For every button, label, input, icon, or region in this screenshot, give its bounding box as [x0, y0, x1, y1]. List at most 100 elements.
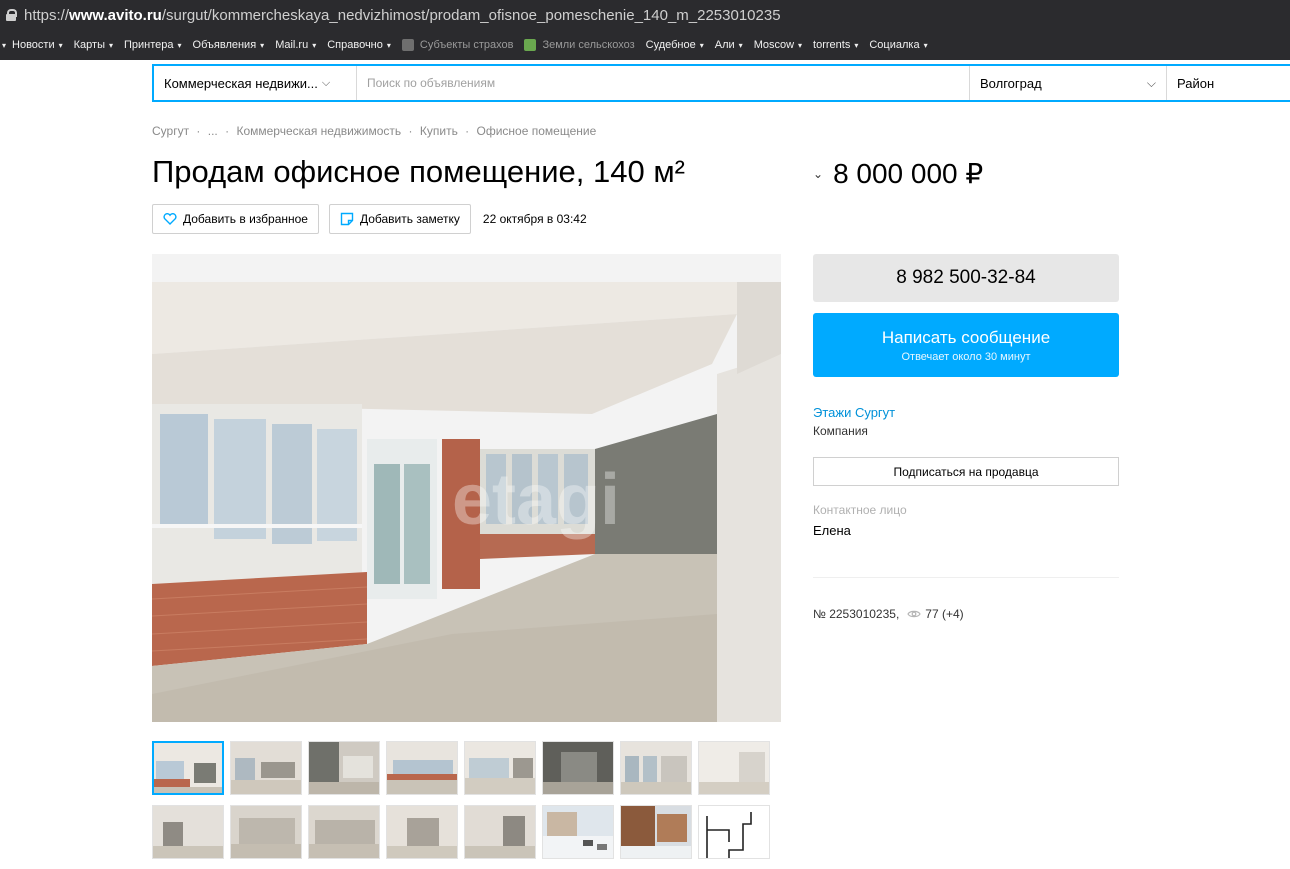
thumbnail-image — [153, 806, 223, 858]
bookmark-label: Али — [714, 39, 735, 51]
thumbnail[interactable] — [698, 741, 770, 795]
chevron-down-icon: ⌵ — [1146, 75, 1156, 90]
bookmarks-bar: ▾ Новости ▾ Карты ▾ Принтера ▾ Объявления ▾ M… — [0, 30, 1290, 60]
chevron-down-icon: ▾ — [923, 40, 928, 50]
thumbnail[interactable] — [464, 805, 536, 859]
bookmark-obyavleniya[interactable]: Объявления ▾ — [193, 39, 265, 51]
thumbnail[interactable] — [386, 805, 458, 859]
bookmark-label: Объявления — [192, 39, 257, 51]
seller-type: Компания — [813, 424, 868, 438]
bookmark-zemli[interactable]: Земли сельскохоз — [524, 39, 635, 51]
bookmark-label: Судебное — [645, 39, 696, 51]
bookmark-label: Новости — [12, 39, 55, 51]
city-value: Волгоград — [980, 75, 1042, 91]
thumbnail-floorplan[interactable] — [698, 805, 770, 859]
publish-date: 22 октября в 03:42 — [482, 212, 587, 226]
breadcrumb: Сургут · ... · Коммерческая недвижимость… — [152, 124, 600, 138]
thumbnail[interactable] — [230, 805, 302, 859]
breadcrumb-separator: · — [196, 124, 201, 138]
seller-name-link[interactable]: Этажи Сургут — [813, 405, 895, 420]
thumbnail-image — [465, 806, 535, 858]
thumbnail[interactable] — [152, 805, 224, 859]
contact-person-name: Елена — [813, 523, 851, 538]
eye-icon — [907, 610, 921, 618]
note-label: Добавить заметку — [359, 212, 460, 226]
thumbnail[interactable] — [620, 741, 692, 795]
chevron-down-icon: ▾ — [798, 40, 803, 50]
bookmark-label: Карты — [73, 39, 105, 51]
thumbnail-image — [621, 742, 691, 794]
chevron-down-icon: ▾ — [699, 40, 704, 50]
bookmark-socialka[interactable]: Социалка ▾ — [869, 39, 927, 51]
ad-meta: № 2253010235, 77 (+4) — [813, 607, 964, 621]
chevron-down-icon: ▾ — [108, 40, 113, 50]
url-path: /surgut/kommercheskaya_nedvizhimost/prod… — [161, 6, 781, 24]
bookmark-spravochno[interactable]: Справочно ▾ — [327, 39, 391, 51]
bookmark-label: Mail.ru — [275, 39, 309, 51]
bookmark-label: Moscow — [753, 39, 795, 51]
grid-favicon-icon — [401, 39, 414, 51]
breadcrumb-item-commercial[interactable]: Коммерческая недвижимость — [236, 124, 401, 138]
thumbnail-image — [543, 806, 613, 858]
bookmark-printera[interactable]: Принтера ▾ — [124, 39, 182, 51]
bookmark-ali[interactable]: Али ▾ — [715, 39, 743, 51]
bookmark-novosti[interactable]: ▾ Новости ▾ — [2, 39, 63, 51]
favorite-label: Добавить в избранное — [183, 212, 308, 226]
add-note-button[interactable]: Добавить заметку — [328, 204, 471, 234]
breadcrumb-item-buy[interactable]: Купить — [420, 124, 458, 138]
thumbnail[interactable] — [308, 805, 380, 859]
thumbnail[interactable] — [230, 741, 302, 795]
bookmark-karty[interactable]: Карты ▾ — [74, 39, 113, 51]
chevron-down-icon: ▾ — [386, 40, 391, 50]
bookmark-subekty[interactable]: Субъекты страхов — [401, 39, 514, 51]
breadcrumb-item-office[interactable]: Офисное помещение — [477, 124, 597, 138]
bookmark-mailru[interactable]: Mail.ru ▾ — [275, 39, 316, 51]
search-input[interactable] — [357, 66, 970, 100]
phone-button[interactable]: 8 982 500-32-84 — [813, 254, 1119, 302]
thumbnail-image — [543, 742, 613, 794]
thumbnail-image — [621, 806, 691, 858]
thumbnail-image — [387, 742, 457, 794]
city-select[interactable]: Волгоград ⌵ — [970, 66, 1167, 100]
breadcrumb-item-ellipsis[interactable]: ... — [208, 124, 218, 138]
chevron-down-icon: ⌵ — [321, 76, 331, 89]
bookmark-label: Принтера — [124, 39, 174, 51]
bookmark-label: Субъекты страхов — [419, 39, 514, 51]
thumbnail[interactable] — [620, 805, 692, 859]
thumbnail[interactable] — [542, 741, 614, 795]
floorplan-icon — [699, 806, 769, 858]
chevron-down-icon: ▾ — [260, 40, 265, 50]
main-photo[interactable]: etagi — [152, 254, 781, 722]
bookmark-sudebnoe[interactable]: Судебное ▾ — [646, 39, 704, 51]
thumbnail-image — [387, 806, 457, 858]
thumbnail[interactable] — [542, 805, 614, 859]
thumbnail[interactable] — [386, 741, 458, 795]
category-value: Коммерческая недвижи... — [164, 75, 318, 91]
district-select[interactable]: Район — [1167, 66, 1290, 100]
caret-icon: ▾ — [2, 40, 7, 50]
bookmark-torrents[interactable]: torrents ▾ — [813, 39, 858, 51]
bookmark-label: Социалка — [869, 39, 920, 51]
category-select[interactable]: Коммерческая недвижи... ⌵ — [154, 66, 357, 100]
response-time: Отвечает около 30 минут — [901, 350, 1031, 363]
subscribe-seller-button[interactable]: Подписаться на продавца — [813, 457, 1119, 486]
thumbnail-image — [309, 806, 379, 858]
price: ⌄ 8 000 000 ₽ — [813, 157, 983, 190]
breadcrumb-item-surgut[interactable]: Сургут — [152, 124, 189, 138]
chevron-down-icon[interactable]: ⌄ — [813, 167, 823, 181]
thumbnail[interactable] — [464, 741, 536, 795]
bookmark-moscow[interactable]: Moscow ▾ — [754, 39, 802, 51]
thumbnail[interactable] — [308, 741, 380, 795]
write-message-button[interactable]: Написать сообщение Отвечает около 30 мин… — [813, 313, 1119, 377]
breadcrumb-separator: · — [408, 124, 413, 138]
chevron-down-icon: ▾ — [58, 40, 63, 50]
ad-number: № 2253010235, — [813, 607, 900, 621]
browser-address-bar[interactable]: https://www.avito.ru/surgut/kommercheska… — [0, 0, 1290, 30]
bookmark-label: Земли сельскохоз — [542, 39, 635, 51]
page-title: Продам офисное помещение, 140 м² — [152, 154, 685, 189]
write-message-label: Написать сообщение — [881, 327, 1051, 347]
thumbnail[interactable] — [152, 741, 224, 795]
add-to-favorites-button[interactable]: Добавить в избранное — [152, 204, 319, 234]
bookmark-label: Справочно — [327, 39, 383, 51]
thumbnail-strip — [152, 741, 777, 869]
